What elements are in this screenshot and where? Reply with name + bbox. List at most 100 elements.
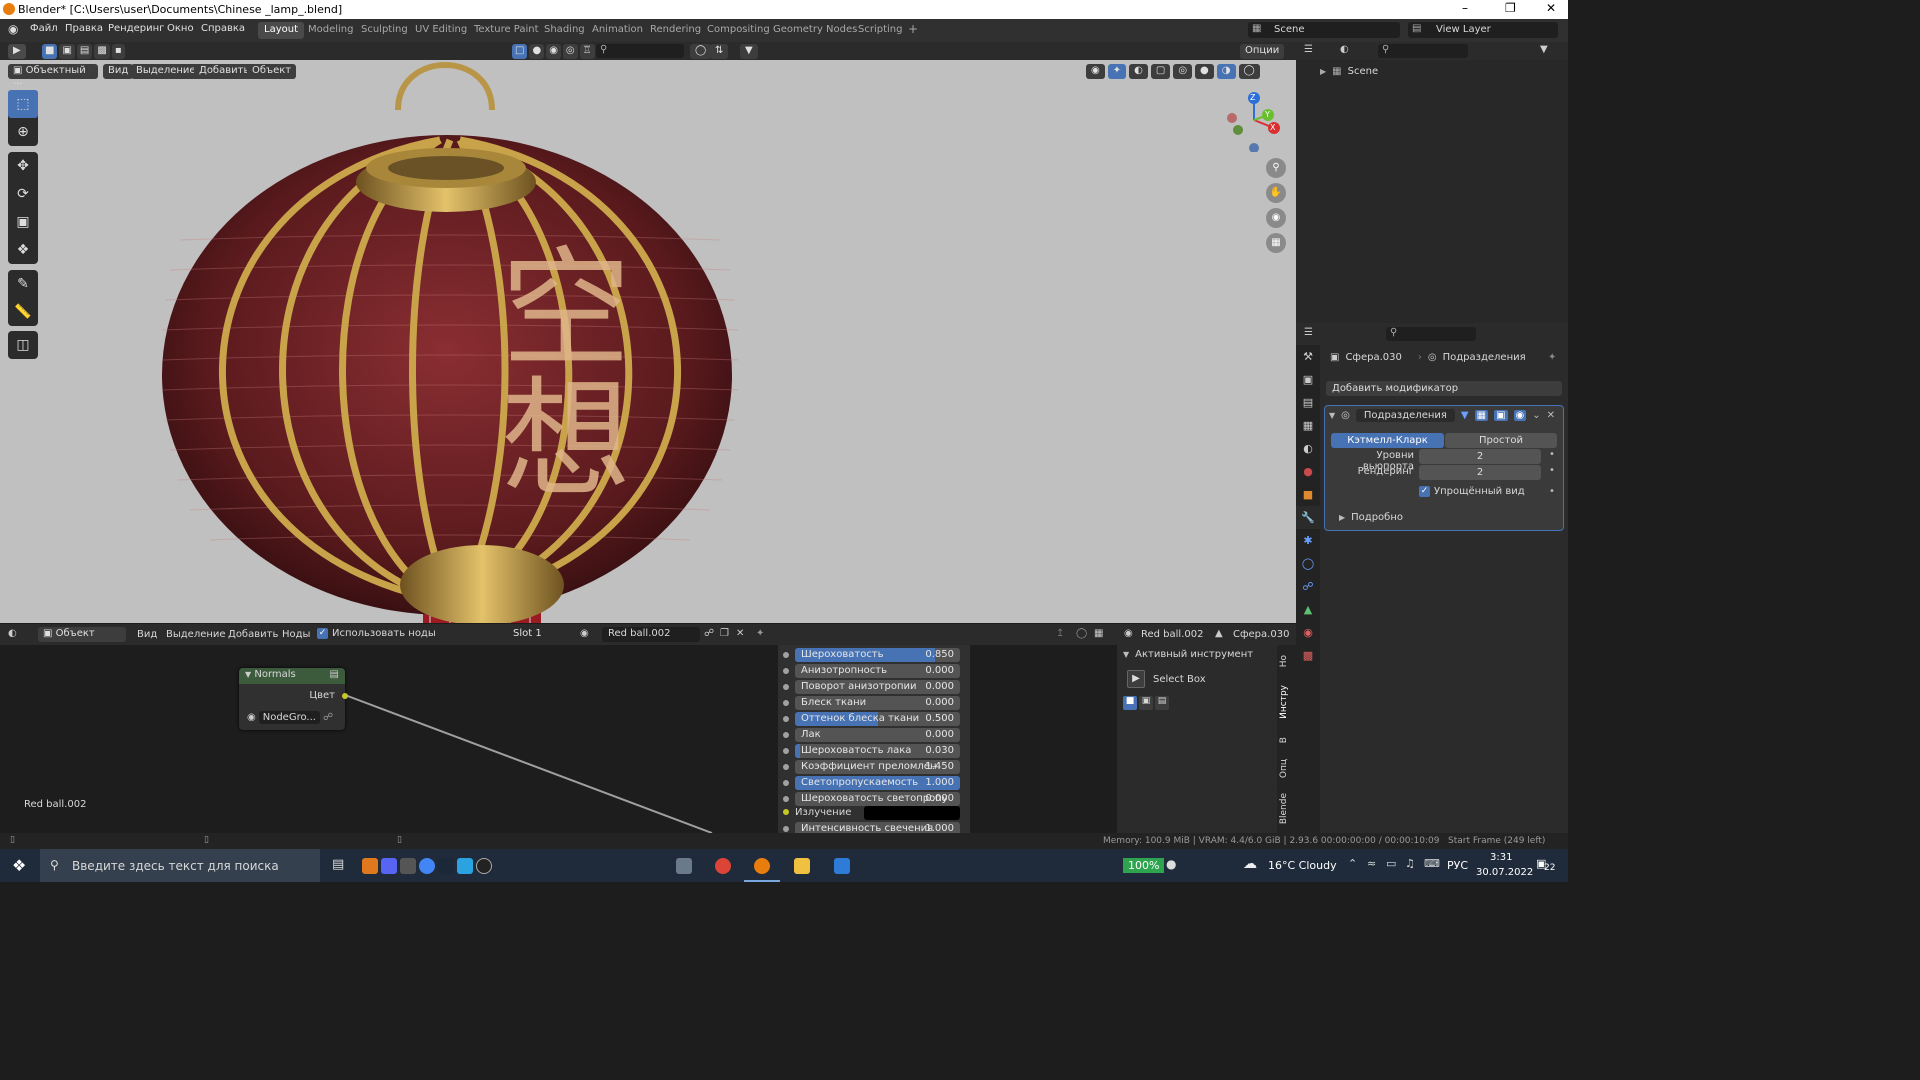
node-group-icon[interactable]: ▤ xyxy=(330,669,339,680)
viewport-levels-field[interactable]: 2 xyxy=(1419,449,1541,464)
shader-type-dropdown[interactable]: ▣ Объект xyxy=(38,627,126,642)
menu-window[interactable]: Окно xyxy=(167,23,194,34)
bsdf-input-socket[interactable] xyxy=(783,780,789,786)
bsdf-input-socket[interactable] xyxy=(783,668,789,674)
snap-element-icon[interactable]: ▦ xyxy=(1094,628,1103,639)
bsdf-input-socket[interactable] xyxy=(783,652,789,658)
node-editor[interactable]: ▼ Normals ▤ Цвет ◉ NodeGro... ☍ Red ball… xyxy=(0,645,1296,833)
viewport-menu-object[interactable]: Объект xyxy=(247,64,297,79)
bsdf-input-slider[interactable]: Шероховатость 0.850 xyxy=(795,648,960,662)
app-icon-1[interactable] xyxy=(362,858,378,874)
tab-modeling[interactable]: Modeling xyxy=(302,22,360,39)
fake-user-icon[interactable]: ☍ xyxy=(323,712,333,723)
optimal-display-row[interactable]: ✓ Упрощённый вид xyxy=(1419,486,1525,497)
select-extend-icon[interactable]: ▣ xyxy=(59,44,75,59)
sidebar-tab-node[interactable]: Но xyxy=(1279,655,1289,667)
collapse-arrow-icon[interactable]: ▼ xyxy=(1123,650,1129,659)
material-shading-icon[interactable]: ◑ xyxy=(1216,64,1236,79)
select-mode-icon[interactable]: ▶ xyxy=(8,44,26,59)
emission-socket[interactable] xyxy=(783,809,789,815)
gizmo-toggle-icon[interactable]: ✦ xyxy=(1107,64,1127,79)
sphere3-icon[interactable]: ◎ xyxy=(562,44,578,59)
view-layer-tab-icon[interactable]: ▦ xyxy=(1296,414,1320,437)
blender-taskbar-icon[interactable] xyxy=(754,858,770,874)
blender-menu-icon[interactable]: ◉ xyxy=(8,22,18,36)
expand-arrow-icon[interactable]: ▶ xyxy=(1339,513,1345,522)
node-menu-view[interactable]: Вид xyxy=(137,629,157,640)
editor-type-icon[interactable]: ◐ xyxy=(8,628,17,639)
cursor-tool-icon[interactable]: ⊕ xyxy=(8,118,38,146)
language-indicator[interactable]: РУС xyxy=(1447,859,1468,872)
options-dropdown[interactable]: Опции xyxy=(1240,44,1285,59)
parent-node-tree-icon[interactable]: ↥ xyxy=(1056,628,1064,639)
tab-animation[interactable]: Animation xyxy=(586,22,649,39)
add-cube-tool-icon[interactable]: ◫ xyxy=(8,331,38,359)
menu-render[interactable]: Рендеринг xyxy=(108,23,164,34)
transform-pivot-icon[interactable]: ⇅ xyxy=(710,44,729,59)
viewport-menu-view[interactable]: Вид xyxy=(103,64,134,79)
chrome-icon[interactable] xyxy=(715,858,731,874)
output-tab-icon[interactable]: ▤ xyxy=(1296,391,1320,414)
menu-file[interactable]: Файл xyxy=(30,23,58,34)
outliner-search-input[interactable]: ⚲ xyxy=(1378,44,1468,58)
network-icon[interactable]: ≈ xyxy=(1367,857,1376,870)
node-menu-select[interactable]: Выделение xyxy=(166,629,226,640)
collapse-arrow-icon[interactable]: ▼ xyxy=(1329,411,1335,420)
volume-icon[interactable]: ♫ xyxy=(1405,857,1415,870)
node-header[interactable]: ▼ Normals ▤ xyxy=(239,668,345,684)
explorer-icon[interactable] xyxy=(794,858,810,874)
close-icon[interactable]: ✕ xyxy=(1546,1,1556,15)
scene-selector[interactable]: ▦ Scene xyxy=(1248,22,1400,38)
normals-node[interactable]: ▼ Normals ▤ Цвет ◉ NodeGro... ☍ xyxy=(239,668,348,730)
scene-tab-icon[interactable]: ◐ xyxy=(1296,437,1320,460)
photos-icon[interactable] xyxy=(834,858,850,874)
render-levels-field[interactable]: 2 xyxy=(1419,465,1541,480)
zoom-icon[interactable]: ⚲ xyxy=(1266,158,1286,178)
xray-icon[interactable]: ▢ xyxy=(1150,64,1171,79)
windows-start-icon[interactable]: ❖ xyxy=(12,856,26,875)
rotate-tool-icon[interactable]: ⟳ xyxy=(8,180,38,208)
viewport-menu-select[interactable]: Выделение xyxy=(131,64,201,79)
tab-uv-editing[interactable]: UV Editing xyxy=(409,22,473,39)
modifier-tab-icon[interactable]: 🔧 xyxy=(1296,506,1320,529)
wireframe-shading-icon[interactable]: ◎ xyxy=(1173,64,1193,79)
select-subtract-icon[interactable]: ▤ xyxy=(1155,696,1169,710)
tab-rendering[interactable]: Rendering xyxy=(644,22,707,39)
bsdf-input-socket[interactable] xyxy=(783,796,789,802)
app-icon-8[interactable] xyxy=(676,858,692,874)
advanced-subpanel[interactable]: ▶ Подробно xyxy=(1339,512,1403,523)
app-icon-3[interactable] xyxy=(400,858,416,874)
tab-geometry-nodes[interactable]: Geometry Nodes xyxy=(767,22,863,39)
bsdf-input-socket[interactable] xyxy=(783,732,789,738)
tab-compositing[interactable]: Compositing xyxy=(701,22,776,39)
bsdf-input-slider[interactable]: Шероховатость лака 0.030 xyxy=(795,744,960,758)
node-menu-add[interactable]: Добавить xyxy=(228,629,278,640)
snap-icon[interactable]: ◯ xyxy=(1076,628,1087,639)
keyframe-dot-icon[interactable]: • xyxy=(1549,486,1555,497)
texture-tab-icon[interactable]: ▩ xyxy=(1296,644,1320,667)
simple-button[interactable]: Простой xyxy=(1445,433,1557,448)
select-box-tool-icon[interactable]: ▶ xyxy=(1127,670,1145,688)
editor-type-icon[interactable]: ☰ xyxy=(1304,44,1313,55)
task-view-icon[interactable]: ▤ xyxy=(332,857,344,872)
cage-toggle-icon[interactable]: ▦ xyxy=(1474,410,1489,421)
catmull-clark-button[interactable]: Кэтмелл-Кларк xyxy=(1331,433,1444,448)
bsdf-input-slider[interactable]: Коэффициент преломлен 1.450 xyxy=(795,760,960,774)
pan-hand-icon[interactable]: ✋ xyxy=(1266,183,1286,203)
select-box-tool-icon[interactable]: ⬚ xyxy=(8,90,38,118)
interaction-mode-dropdown[interactable]: ▣ Объектный ... xyxy=(8,64,98,87)
move-tool-icon[interactable]: ✥ xyxy=(8,152,38,180)
bsdf-input-socket[interactable] xyxy=(783,684,789,690)
use-nodes-checkbox[interactable]: ✓ xyxy=(317,628,328,639)
minimize-icon[interactable]: – xyxy=(1462,1,1468,15)
solid-shading-icon[interactable]: ● xyxy=(1195,64,1214,79)
menu-edit[interactable]: Правка xyxy=(65,23,103,34)
scale-tool-icon[interactable]: ▣ xyxy=(8,208,38,236)
select-new-icon[interactable]: ■ xyxy=(42,44,58,59)
bsdf-input-slider[interactable]: Блеск ткани 0.000 xyxy=(795,696,960,710)
material-tab-icon[interactable]: ◉ xyxy=(1296,621,1320,644)
weather-label[interactable]: 16°C Cloudy xyxy=(1268,859,1337,872)
render-toggle-icon[interactable]: ◉ xyxy=(1513,410,1527,421)
bsdf-input-socket[interactable] xyxy=(783,764,789,770)
menu-help[interactable]: Справка xyxy=(201,23,245,34)
